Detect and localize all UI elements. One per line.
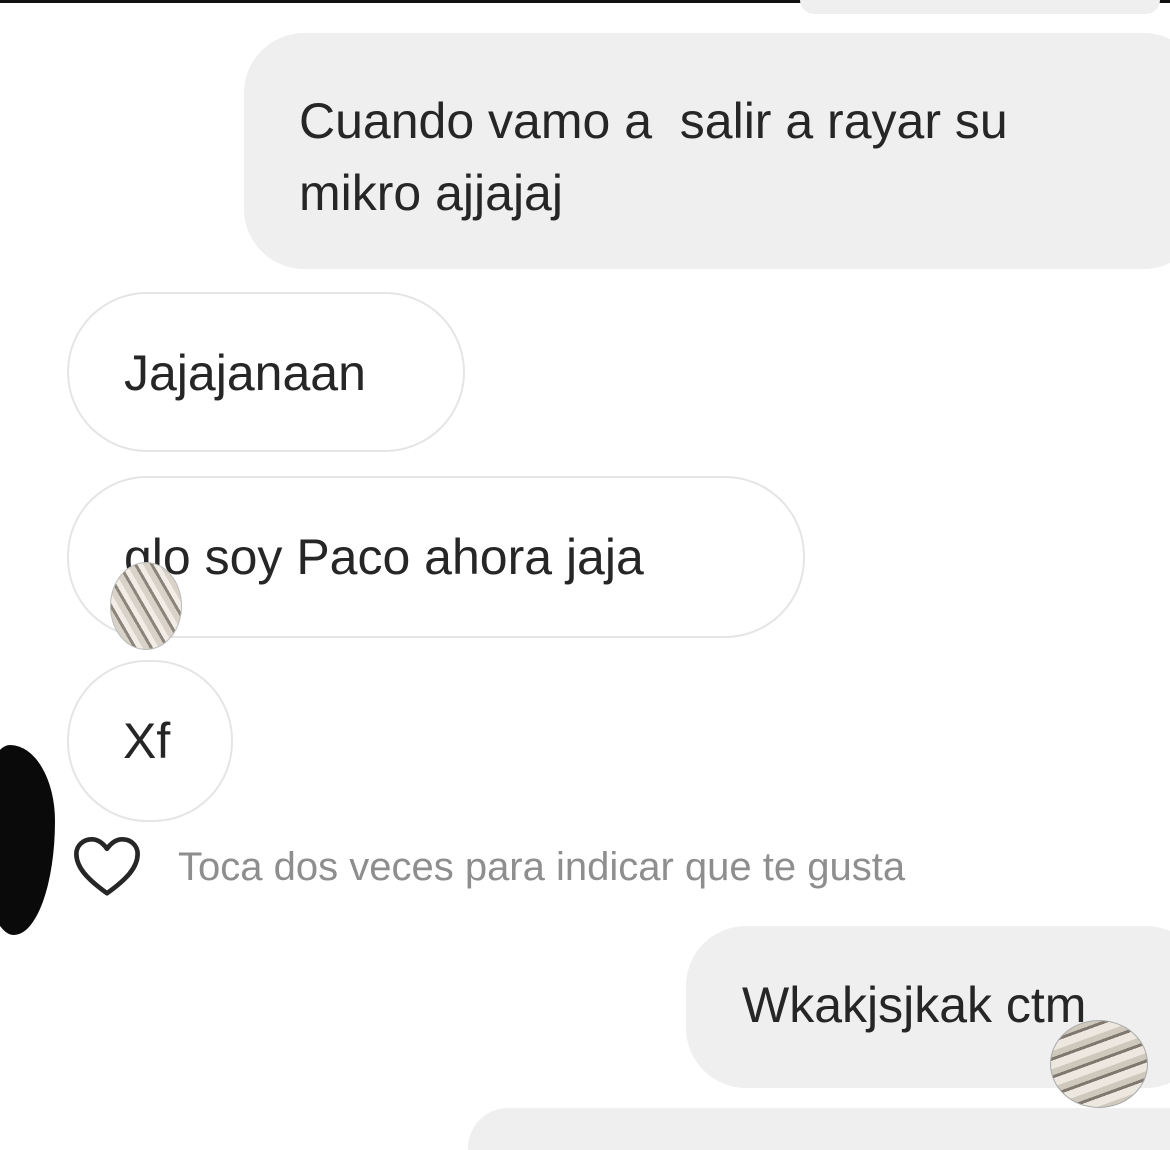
message-text: Xf <box>123 713 171 769</box>
incoming-message-bubble[interactable]: Jajajanaan <box>67 292 465 452</box>
heart-icon[interactable] <box>72 834 142 900</box>
like-hint-row[interactable]: Toca dos veces para indicar que te gusta <box>72 832 905 902</box>
message-text-line: Cuando vamo a salir a rayar su <box>299 93 1008 149</box>
like-hint-text: Toca dos veces para indicar que te gusta <box>178 844 906 889</box>
message-text: Jajajanaan <box>124 345 366 401</box>
outgoing-message-bubble[interactable]: Cuando vamo a salir a rayar su mikro ajj… <box>244 33 1170 269</box>
previous-message-bubble-fragment <box>800 0 1160 14</box>
message-text: glo soy Paco ahora jaja <box>124 529 644 585</box>
message-text: Wkakjsjkak ctm <box>742 977 1087 1033</box>
next-message-bubble-fragment <box>468 1108 1170 1150</box>
redaction-mark <box>0 745 55 935</box>
sender-avatar[interactable] <box>110 562 182 650</box>
message-text-line: mikro ajjajaj <box>299 165 563 221</box>
incoming-message-bubble[interactable]: Xf <box>67 660 233 822</box>
seen-avatar <box>1050 1020 1148 1108</box>
